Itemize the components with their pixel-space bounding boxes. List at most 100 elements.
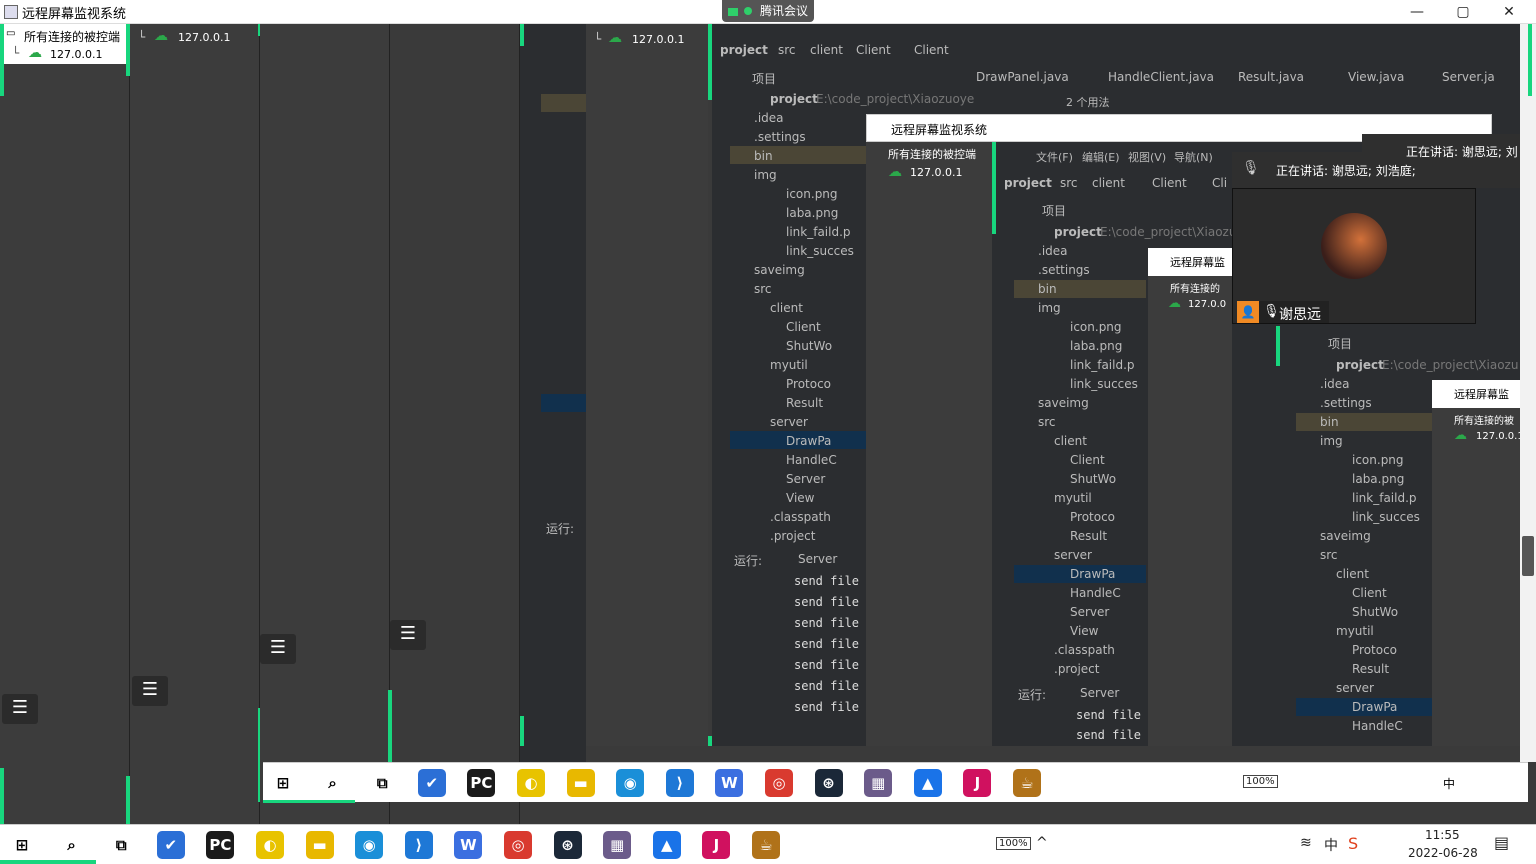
java-app-icon[interactable]: ☕ <box>752 831 780 859</box>
file-tree-item[interactable]: DrawPa <box>1070 567 1115 581</box>
file-tree-item[interactable]: src <box>754 282 772 296</box>
breadcrumb-project[interactable]: project <box>1004 176 1052 190</box>
file-tree-item[interactable]: link_succes <box>786 244 854 258</box>
tab-result[interactable]: Result.java <box>1238 70 1304 84</box>
file-tree-item[interactable]: saveimg <box>754 263 805 277</box>
pycharm-icon[interactable]: PC <box>206 831 235 859</box>
tab-server[interactable]: Server.ja <box>1442 70 1495 84</box>
ime-indicator[interactable]: 中 <box>1443 775 1455 792</box>
meeting-badge[interactable]: 腾讯会议 <box>722 0 814 22</box>
search-icon[interactable]: ⌕ <box>319 769 347 797</box>
clock-time[interactable]: 11:55 <box>1425 828 1460 842</box>
file-tree-item[interactable]: DrawPa <box>786 434 831 448</box>
file-tree-item[interactable]: bin <box>1038 282 1057 296</box>
breadcrumb-class[interactable]: Client <box>856 43 891 57</box>
file-tree-item[interactable]: HandleC <box>786 453 837 467</box>
task-view-icon[interactable]: ⧉ <box>368 769 396 797</box>
tree-root[interactable]: 所有连接的被 <box>1454 412 1514 427</box>
file-tree-item[interactable]: src <box>1320 548 1338 562</box>
battery-indicator[interactable]: 100% <box>996 837 1031 850</box>
close-button[interactable]: ✕ <box>1486 0 1532 24</box>
file-tree-item[interactable]: img <box>754 168 777 182</box>
file-tree-item[interactable]: icon.png <box>786 187 838 201</box>
minimize-button[interactable]: — <box>1394 0 1440 24</box>
file-tree-item[interactable]: myutil <box>770 358 808 372</box>
file-tree-item[interactable]: .settings <box>1320 396 1372 410</box>
todo-app-icon[interactable]: ✔ <box>156 831 185 859</box>
file-tree-item[interactable]: View <box>786 491 814 505</box>
file-tree-item[interactable]: View <box>1070 624 1098 638</box>
file-tree-item[interactable]: src <box>1038 415 1056 429</box>
meeting-app-icon[interactable]: ▲ <box>913 769 942 797</box>
notification-icon[interactable]: ▤ <box>1494 833 1509 852</box>
file-tree-item[interactable]: ShutWo <box>1352 605 1398 619</box>
pycharm-icon[interactable]: PC <box>467 769 496 797</box>
file-tree-item[interactable]: HandleC <box>1352 719 1403 733</box>
file-tree-item[interactable]: .classpath <box>1054 643 1115 657</box>
file-tree-item[interactable]: Client <box>1352 586 1387 600</box>
battery-indicator[interactable]: 100% <box>1243 775 1278 788</box>
breadcrumb-class[interactable]: Client <box>1152 176 1187 190</box>
wps-icon[interactable]: W <box>454 831 483 859</box>
chevron-up-icon[interactable]: ^ <box>1036 835 1048 851</box>
windows-start-icon[interactable]: ⊞ <box>269 769 297 797</box>
file-tree-item[interactable]: Result <box>1070 529 1107 543</box>
wifi-icon[interactable]: ≋ <box>1300 835 1312 851</box>
project-root[interactable]: project <box>770 92 818 106</box>
breadcrumb-client[interactable]: client <box>1092 176 1125 190</box>
sogou-icon[interactable]: S <box>1348 834 1358 853</box>
breadcrumb-class-2[interactable]: Cli <box>1212 176 1227 190</box>
file-tree-item[interactable]: client <box>770 301 803 315</box>
tree-host[interactable]: 127.0.0.1 <box>1476 431 1524 442</box>
file-tree-item[interactable]: .settings <box>754 130 806 144</box>
vscode-icon[interactable]: ⟩ <box>404 831 433 859</box>
file-tree-item[interactable]: server <box>1336 681 1374 695</box>
tree-host[interactable]: 127.0.0.1 <box>632 33 684 46</box>
file-tree-item[interactable]: .idea <box>1320 377 1350 391</box>
file-tree-item[interactable]: .classpath <box>770 510 831 524</box>
edge-icon[interactable]: ◉ <box>355 831 384 859</box>
wps-icon[interactable]: W <box>715 769 744 797</box>
file-tree-item[interactable]: Server <box>786 472 825 486</box>
ime-indicator[interactable]: 中 <box>1324 835 1338 855</box>
file-tree-item[interactable]: client <box>1054 434 1087 448</box>
file-tree-item[interactable]: Protoco <box>786 377 831 391</box>
file-tree-item[interactable]: Result <box>786 396 823 410</box>
chrome-icon[interactable]: ◎ <box>504 831 532 859</box>
menu-file[interactable]: 文件(F) <box>1036 149 1073 165</box>
chrome-icon[interactable]: ◎ <box>765 769 793 797</box>
file-tree-item[interactable]: Protoco <box>1070 510 1115 524</box>
participant-video-card[interactable]: 👤 🎙 谢思远 <box>1232 188 1476 324</box>
menu-view[interactable]: 视图(V) <box>1128 149 1166 165</box>
file-tree-item[interactable]: laba.png <box>1352 472 1404 486</box>
menu-edit[interactable]: 编辑(E) <box>1082 149 1120 165</box>
file-tree-item[interactable]: link_faild.p <box>1070 358 1135 372</box>
tree-root[interactable]: 所有连接的 <box>1170 280 1220 295</box>
tree-root[interactable]: 所有连接的被控端 <box>24 28 120 45</box>
menu-nav[interactable]: 导航(N) <box>1174 149 1213 165</box>
jetbrains-icon[interactable]: J <box>702 831 731 859</box>
file-explorer-icon[interactable]: ▬ <box>305 831 334 859</box>
file-tree-item[interactable]: ShutWo <box>1070 472 1116 486</box>
file-tree-item[interactable]: saveimg <box>1320 529 1371 543</box>
file-tree-item[interactable]: link_succes <box>1070 377 1138 391</box>
tree-host[interactable]: 127.0.0.1 <box>50 48 102 61</box>
game-app-icon[interactable]: ▦ <box>603 831 632 859</box>
file-tree-item[interactable]: link_succes <box>1352 510 1420 524</box>
tab-handleclient[interactable]: HandleClient.java <box>1108 70 1214 84</box>
search-icon[interactable]: ⌕ <box>58 831 86 859</box>
java-app-icon[interactable]: ☕ <box>1013 769 1041 797</box>
task-view-icon[interactable]: ⧉ <box>107 831 135 859</box>
file-tree-item[interactable]: img <box>1038 301 1061 315</box>
file-tree-item[interactable]: DrawPa <box>1352 700 1397 714</box>
run-tab-server[interactable]: Server <box>1080 686 1119 700</box>
todo-app-icon[interactable]: ✔ <box>417 769 446 797</box>
windows-start-icon[interactable]: ⊞ <box>8 831 36 859</box>
maximize-button[interactable]: ▢ <box>1440 0 1486 24</box>
clock-date[interactable]: 2022-06-28 <box>1408 846 1478 860</box>
run-tab-server[interactable]: Server <box>798 552 837 566</box>
file-tree-item[interactable]: .project <box>770 529 815 543</box>
game-app-icon[interactable]: ▦ <box>864 769 893 797</box>
vscode-icon[interactable]: ⟩ <box>665 769 694 797</box>
file-tree-item[interactable]: icon.png <box>1352 453 1404 467</box>
